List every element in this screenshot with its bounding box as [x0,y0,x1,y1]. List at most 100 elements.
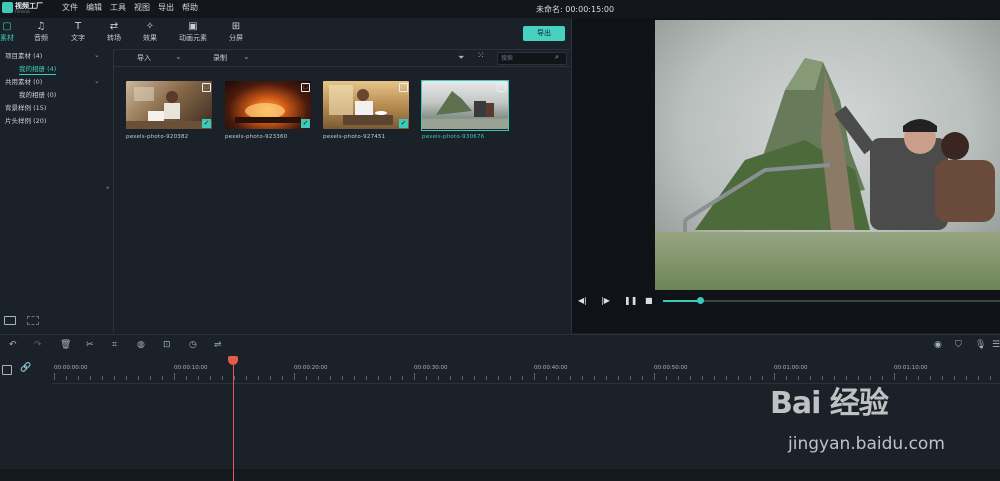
music-icon: ♫ [36,21,46,32]
menu-export[interactable]: 导出 [158,3,174,13]
marker-icon[interactable]: ⛉ [955,340,962,350]
search-icon[interactable]: ⌕ [555,53,559,62]
preview-scene-mountain-couple [655,20,1000,290]
text-icon: T [74,21,82,32]
playback-progress-track[interactable] [663,300,1000,302]
menu-file[interactable]: 文件 [62,3,78,13]
undo-icon[interactable]: ↶ [9,340,17,350]
track-header-panel [0,357,53,481]
app-logo-icon [2,2,13,13]
timecode-30s: 00:00:30:00 [414,365,448,371]
thumb-replace-icon[interactable]: ⬚ [202,83,211,92]
timecode-70s: 00:01:10:00 [894,365,928,371]
thumb-replace-icon[interactable]: ⬚ [497,83,506,92]
adjust-icon[interactable]: ⇌ [214,340,222,350]
media-thumb-1[interactable] [126,81,212,129]
checkmark-icon: ✓ [202,119,211,128]
collapse-panel-icon[interactable]: ◂ [106,185,109,191]
filter-icon[interactable]: ⏷ [458,53,464,62]
stop-icon[interactable]: ■ [645,296,653,306]
thumb-photo-man [329,85,393,125]
thumb-photo-woman [126,87,212,129]
thumb-photo-fire [235,103,301,123]
microphone-icon[interactable]: 🎙 [975,340,986,350]
media-thumb-2[interactable] [225,81,311,129]
tab-text[interactable]: T 文字 [60,21,96,43]
tree-my-album-selected[interactable]: 我的相册 (4) [19,65,57,75]
playhead[interactable] [233,357,234,481]
tab-effects[interactable]: ✧ 效果 [132,21,168,43]
effects-icon: ✧ [145,21,155,32]
timeline-scrollbar[interactable] [0,469,1000,481]
timeline-toolbar [0,334,1000,357]
app-subname: Filmora [15,9,30,14]
color-icon[interactable]: ◍ [137,340,145,350]
preview-image [655,20,1000,290]
media-thumb-4[interactable] [422,81,508,129]
tree-project-media[interactable]: 项目素材 (4) [5,52,42,61]
import-dropdown[interactable]: 导入 [137,53,151,63]
delete-icon[interactable]: 🗑 [60,340,71,350]
render-preview-icon[interactable]: ◉ [934,340,942,350]
pause-icon[interactable]: ❚❚ [624,296,637,306]
chevron-down-icon[interactable]: ⌄ [94,77,100,85]
chevron-down-icon[interactable]: ⌄ [175,52,182,62]
delete-folder-icon[interactable] [27,316,39,325]
watermark-url: jingyan.baidu.com [788,434,945,454]
redo-icon[interactable]: ↷ [34,340,42,350]
tree-sample-backgrounds[interactable]: 背景样例 (15) [5,104,46,113]
play-icon[interactable]: |▶ [601,296,610,306]
thumb-replace-icon[interactable]: ⬚ [301,83,310,92]
menu-view[interactable]: 视图 [134,3,150,13]
playback-slider-handle[interactable] [697,297,704,304]
transition-icon: ⇄ [109,21,119,32]
cut-icon[interactable]: ✂ [86,340,94,350]
tab-label: 转场 [107,34,121,42]
tree-shared-media[interactable]: 共用素材 (0) [5,78,42,87]
tree-sample-intros[interactable]: 片头样例 (20) [5,117,46,126]
library-panel [0,49,114,333]
checkmark-icon: ✓ [301,119,310,128]
tab-elements[interactable]: ▣ 动画元素 [175,21,211,43]
tab-audio[interactable]: ♫ 音频 [23,21,59,43]
export-button[interactable]: 导出 [523,26,565,41]
duration-icon[interactable]: ◷ [189,340,197,350]
media-name-2: pexels-photo-923360 [225,134,288,140]
media-name-1: pexels-photo-920382 [126,134,189,140]
thumb-photo-mountain [422,91,508,129]
add-track-icon[interactable] [2,365,12,375]
previous-frame-icon[interactable]: ◀| [578,296,587,306]
playback-progress-fill [663,300,700,302]
timecode-10s: 00:00:10:00 [174,365,208,371]
baidu-jingyan-watermark-logo: Bai 经验 [770,386,889,421]
menu-help[interactable]: 帮助 [182,3,198,13]
thumb-replace-icon[interactable]: ⬚ [399,83,408,92]
project-title: 未命名: 00:00:15:00 [536,5,615,14]
tab-label: 素材 [0,34,14,42]
checkmark-icon: ✓ [399,119,408,128]
folder-icon: ▢ [2,21,12,32]
tab-media[interactable]: ▢ 素材 [0,21,25,43]
tree-shared-album[interactable]: 我的相册 (0) [19,91,56,100]
timecode-0: 00:00:00:00 [54,365,88,371]
tab-label: 文字 [71,34,85,42]
record-dropdown[interactable]: 录制 [213,53,227,63]
tab-label: 动画元素 [179,34,207,42]
tab-transition[interactable]: ⇄ 转场 [96,21,132,43]
crop-icon[interactable]: ⌗ [112,340,117,350]
chevron-down-icon[interactable]: ⌄ [243,52,250,62]
media-thumb-3[interactable] [323,81,409,129]
new-folder-icon[interactable] [4,316,16,325]
menu-tools[interactable]: 工具 [110,3,126,13]
link-icon[interactable]: 🔗 [20,363,31,373]
menu-edit[interactable]: 编辑 [86,3,102,13]
mixer-icon[interactable]: ☰ [992,340,1000,350]
green-screen-icon[interactable]: ⊡ [163,340,171,350]
elements-icon: ▣ [188,21,198,32]
tab-label: 分屏 [229,34,243,42]
grid-view-icon[interactable]: ⁙ [477,52,485,61]
chevron-down-icon[interactable]: ⌄ [94,51,100,59]
timecode-50s: 00:00:50:00 [654,365,688,371]
tab-splitscreen[interactable]: ⊞ 分屏 [218,21,254,43]
splitscreen-icon: ⊞ [231,21,241,32]
